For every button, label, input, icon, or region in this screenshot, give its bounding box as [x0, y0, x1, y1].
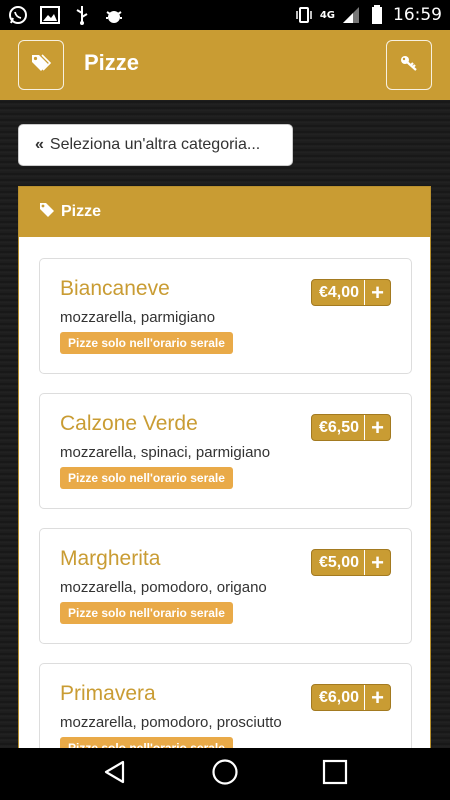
price-group: €6,50 +	[310, 414, 391, 441]
vibrate-icon	[294, 6, 314, 24]
network-type: 4G	[319, 9, 335, 21]
product-description: mozzarella, pomodoro, prosciutto	[60, 714, 282, 731]
product-name: Biancaneve	[60, 277, 170, 300]
availability-badge: Pizze solo nell'orario serale	[60, 332, 233, 354]
price-group: €6,00 +	[310, 684, 391, 711]
tags-icon	[30, 52, 52, 79]
product-card[interactable]: Biancaneve mozzarella, parmigiano Pizze …	[39, 258, 412, 374]
add-to-cart-button[interactable]: +	[364, 550, 390, 575]
whatsapp-icon	[8, 6, 28, 24]
product-description: mozzarella, pomodoro, origano	[60, 579, 267, 596]
plus-icon: +	[371, 549, 384, 575]
key-icon	[399, 53, 419, 78]
price-group: €4,00 +	[310, 279, 391, 306]
categories-button[interactable]	[18, 40, 64, 90]
category-panel: Pizze Biancaneve mozzarella, parmigiano …	[18, 186, 431, 748]
clock: 16:59	[393, 5, 442, 25]
recents-square-icon	[322, 759, 348, 790]
product-price: €6,00	[318, 688, 359, 706]
product-price: €4,00	[318, 283, 359, 301]
plus-icon: +	[371, 279, 384, 305]
add-to-cart-button[interactable]: +	[364, 415, 390, 440]
home-circle-icon	[211, 758, 239, 791]
add-to-cart-button[interactable]: +	[364, 685, 390, 710]
product-description: mozzarella, parmigiano	[60, 309, 216, 326]
product-card[interactable]: Margherita mozzarella, pomodoro, origano…	[39, 528, 412, 644]
signal-icon	[341, 6, 361, 24]
home-nav-button[interactable]	[205, 754, 245, 794]
tag-icon	[39, 202, 55, 223]
product-card[interactable]: Calzone Verde mozzarella, spinaci, parmi…	[39, 393, 412, 509]
product-price: €5,00	[318, 553, 359, 571]
double-chevron-left-icon: «	[35, 136, 44, 153]
recents-nav-button[interactable]	[315, 754, 355, 794]
status-bar: 4G 16:59	[0, 0, 450, 30]
product-name: Margherita	[60, 547, 161, 570]
select-category-label: Seleziona un'altra categoria...	[49, 136, 261, 153]
plus-icon: +	[371, 684, 384, 710]
availability-badge: Pizze solo nell'orario serale	[60, 737, 233, 748]
back-triangle-icon	[102, 759, 128, 790]
login-button[interactable]	[386, 40, 432, 90]
plus-icon: +	[371, 414, 384, 440]
product-name: Primavera	[60, 682, 156, 705]
app-bar: Pizze	[0, 30, 450, 100]
debug-icon	[104, 6, 124, 24]
panel-title: Pizze	[61, 203, 102, 220]
availability-badge: Pizze solo nell'orario serale	[60, 467, 233, 489]
usb-icon	[72, 6, 92, 25]
back-nav-button[interactable]	[95, 754, 135, 794]
availability-badge: Pizze solo nell'orario serale	[60, 602, 233, 624]
content-area: « Seleziona un'altra categoria... Pizze …	[0, 100, 450, 748]
product-name: Calzone Verde	[60, 412, 198, 435]
panel-header: Pizze	[19, 187, 430, 237]
price-group: €5,00 +	[310, 549, 391, 576]
system-nav-bar	[0, 748, 450, 800]
page-title: Pizze	[84, 50, 140, 75]
add-to-cart-button[interactable]: +	[364, 280, 390, 305]
battery-icon	[367, 5, 387, 24]
product-description: mozzarella, spinaci, parmigiano	[60, 444, 271, 461]
product-card[interactable]: Primavera mozzarella, pomodoro, prosciut…	[39, 663, 412, 748]
image-icon	[40, 6, 60, 24]
product-price: €6,50	[318, 418, 359, 436]
select-category-button[interactable]: « Seleziona un'altra categoria...	[18, 124, 293, 166]
